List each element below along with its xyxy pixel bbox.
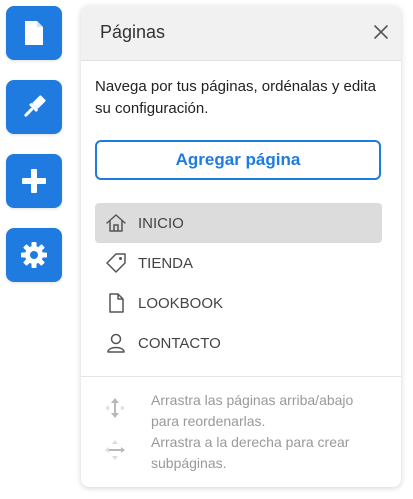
page-item-label: INICIO (138, 214, 184, 232)
hint-text: Arrastra las páginas arriba/abajo para r… (151, 392, 354, 429)
page-icon (25, 21, 43, 45)
hint-text: Arrastra a la derecha para crear subpági… (151, 434, 350, 471)
move-vertical-icon (105, 398, 125, 418)
gear-icon (21, 242, 47, 268)
pages-tool-button[interactable] (6, 6, 62, 60)
page-item-label: TIENDA (138, 254, 194, 272)
paintbrush-icon (24, 95, 46, 117)
plus-icon (22, 169, 46, 193)
design-tool-button[interactable] (6, 80, 62, 134)
page-item-lookbook[interactable]: LOOKBOOK (95, 283, 382, 323)
page-item-label: LOOKBOOK (138, 294, 224, 312)
page-item-inicio[interactable]: INICIO (95, 203, 382, 243)
page-item-contacto[interactable]: CONTACTO (95, 323, 382, 363)
home-icon (105, 212, 127, 234)
panel-description: Navega por tus páginas, ordénalas y edit… (95, 78, 377, 117)
divider (81, 376, 401, 377)
close-button[interactable] (371, 22, 391, 42)
page-item-tienda[interactable]: TIENDA (95, 243, 382, 283)
panel-header: Páginas (81, 6, 401, 61)
close-icon (374, 25, 388, 39)
add-page-button[interactable]: Agregar página (95, 140, 381, 180)
hint-reorder: Arrastra las páginas arriba/abajo para r… (101, 390, 381, 432)
page-list: INICIO TIENDA LOOKBOOK CONTACTO (95, 203, 382, 363)
move-all-icon (105, 440, 125, 460)
hint-subpages: Arrastra a la derecha para crear subpági… (101, 432, 381, 474)
add-tool-button[interactable] (6, 154, 62, 208)
tag-icon (105, 252, 127, 274)
pages-panel: Páginas Navega por tus páginas, ordénala… (81, 6, 401, 487)
page-icon (105, 292, 127, 314)
panel-title: Páginas (100, 22, 166, 42)
settings-tool-button[interactable] (6, 228, 62, 282)
page-item-label: CONTACTO (138, 334, 221, 352)
user-icon (105, 332, 127, 354)
